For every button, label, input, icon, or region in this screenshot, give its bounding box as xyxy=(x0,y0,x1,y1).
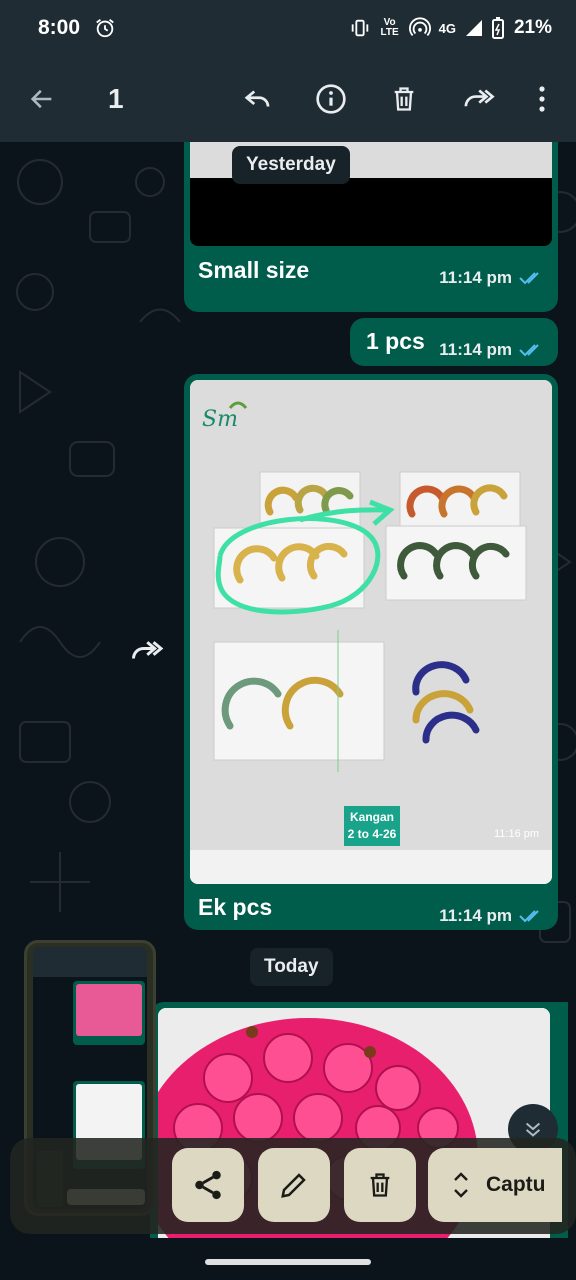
capture-label: Captu xyxy=(486,1173,546,1196)
message-bubble-text[interactable]: 1 pcs 11:14 pm xyxy=(350,318,558,366)
status-time: 8:00 xyxy=(38,16,81,39)
status-bar: 8:00 Vo LTE 4G 21% xyxy=(0,0,576,56)
edit-icon xyxy=(281,1173,306,1198)
screenshot-toolbar: Captu xyxy=(10,1138,576,1234)
alarm-icon xyxy=(96,19,114,38)
delete-screenshot-button[interactable] xyxy=(344,1148,416,1222)
read-receipt-icon xyxy=(519,344,539,357)
more-options-button[interactable] xyxy=(522,79,562,119)
info-icon xyxy=(316,84,346,114)
volte-icon: Vo LTE xyxy=(380,17,399,38)
forward-icon xyxy=(464,89,495,107)
home-gesture-pill[interactable] xyxy=(205,1259,371,1265)
message-time: 11:14 pm xyxy=(439,340,512,359)
battery-icon xyxy=(491,17,504,39)
date-chip: Yesterday xyxy=(232,146,350,184)
edit-button[interactable] xyxy=(258,1148,330,1222)
message-caption: Small size xyxy=(198,257,310,283)
svg-text:Sm: Sm xyxy=(202,407,238,432)
delete-button[interactable] xyxy=(384,79,424,119)
vibrate-icon xyxy=(351,19,368,37)
read-receipt-icon xyxy=(519,272,539,285)
selected-count: 1 xyxy=(108,83,124,114)
more-options-icon xyxy=(539,86,545,112)
delete-icon xyxy=(394,87,414,111)
message-text: 1 pcs xyxy=(366,328,425,354)
reply-button[interactable] xyxy=(238,79,278,119)
expand-icon xyxy=(454,1172,468,1198)
message-bubble-image-selected[interactable]: Sm Kangan 2 to 4-26 11:16 pm Ek pcs 11:1… xyxy=(184,374,558,930)
share-button[interactable] xyxy=(172,1148,244,1222)
reply-icon xyxy=(244,90,270,107)
network-type: 4G xyxy=(438,20,456,36)
product-tag-line1: Kangan xyxy=(349,810,394,824)
product-tag-line2: 2 to 4-26 xyxy=(347,827,397,841)
hotspot-icon xyxy=(408,17,431,36)
date-chip: Today xyxy=(250,948,333,986)
share-icon xyxy=(195,1170,221,1200)
message-time: 11:14 pm xyxy=(439,906,512,925)
message-image[interactable]: Sm Kangan 2 to 4-26 11:16 pm xyxy=(190,380,552,884)
delete-icon xyxy=(370,1173,390,1197)
capture-more-button[interactable]: Captu xyxy=(428,1148,562,1222)
signal-icon xyxy=(465,20,482,36)
forward-shortcut-icon[interactable] xyxy=(126,636,166,666)
message-time: 11:14 pm xyxy=(439,268,512,287)
read-receipt-icon xyxy=(519,910,539,923)
message-caption: Ek pcs xyxy=(198,894,273,920)
back-button[interactable] xyxy=(22,79,62,119)
selection-app-bar: 1 xyxy=(0,56,576,142)
back-arrow-icon xyxy=(30,89,52,109)
info-button[interactable] xyxy=(311,79,351,119)
forward-button[interactable] xyxy=(458,79,498,119)
product-tag: Kangan 2 to 4-26 xyxy=(344,806,400,846)
image-stamp-time: 11:16 pm xyxy=(494,828,540,840)
double-chevron-down-icon xyxy=(525,1122,541,1137)
battery-percent: 21% xyxy=(513,17,552,38)
